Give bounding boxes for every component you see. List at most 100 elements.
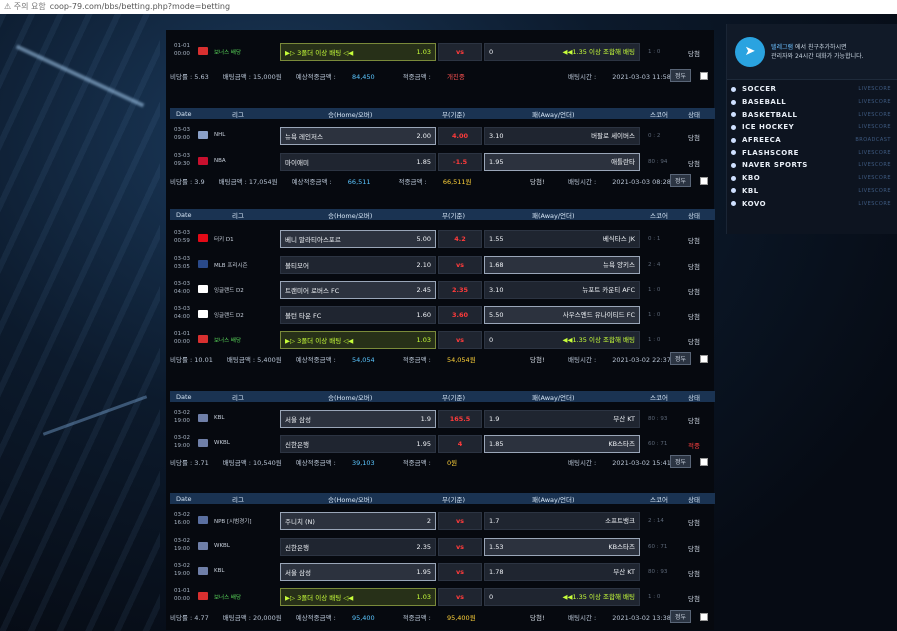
sidebar-link-soccer[interactable]: SOCCER LIVESCORE — [727, 83, 897, 96]
select-checkbox[interactable] — [700, 354, 708, 363]
hit-amount: 적중금액 : 개진중 — [402, 72, 465, 81]
detail-button[interactable]: 정두 — [670, 174, 692, 187]
away-pick[interactable]: 0 ◀◀1.35 이상 조합해 배팅 — [484, 588, 640, 606]
home-pick[interactable]: 주니치 (N) 2 — [280, 512, 436, 530]
home-pick[interactable]: 트랜미어 로버스 FC 2.45 — [280, 281, 436, 299]
detail-button[interactable]: 정두 — [670, 69, 692, 82]
league-flag-icon — [198, 414, 208, 422]
match-datetime: 03-02 19:00 — [174, 410, 190, 424]
header-score: 스코어 — [650, 211, 668, 220]
away-pick[interactable]: 0 ◀◀1.35 이상 조합해 배팅 — [484, 331, 640, 349]
sidebar-link-flashscore[interactable]: FLASHSCORE LIVESCORE — [727, 146, 897, 159]
telegram-banner[interactable]: ➤ 텔레그램 에서 친구추가하시면 관리자와 24시간 대화가 가능합니다. — [727, 24, 897, 80]
home-pick[interactable]: 신한은행 2.35 — [280, 538, 436, 556]
away-pick[interactable]: 1.95 애틀란타 — [484, 153, 640, 171]
detail-button[interactable]: 정두 — [670, 610, 692, 623]
detail-button[interactable]: 정두 — [670, 455, 692, 468]
sidebar-link-label: KBO — [742, 174, 761, 183]
away-pick[interactable]: 5.50 사우스엔드 유나이티드 FC — [484, 306, 640, 324]
sidebar-link-sub: LIVESCORE — [858, 124, 891, 131]
sidebar-link-ice-hockey[interactable]: ICE HOCKEY LIVESCORE — [727, 121, 897, 134]
away-pick[interactable]: 1.78 부산 KT — [484, 563, 640, 581]
away-pick[interactable]: 1.85 KB스타즈 — [484, 435, 640, 453]
home-team: ▶▷ 3폴더 이상 배팅 ◁◀ — [285, 594, 354, 602]
header-date: Date — [176, 109, 192, 118]
select-checkbox[interactable] — [700, 176, 708, 185]
bullet-icon — [731, 201, 736, 207]
draw-pick[interactable]: vs — [438, 43, 482, 61]
match-score: 1 : 0 — [648, 337, 661, 343]
bet-row: 03-02 19:00 KBL 서울 삼성 1.9 165.5 1.9 부산 KT… — [170, 407, 715, 431]
home-pick[interactable]: 볼턴 타운 FC 1.60 — [280, 306, 436, 324]
away-pick[interactable]: 0 ◀◀1.35 이상 조합해 배팅 — [484, 43, 640, 61]
sidebar-link-basketball[interactable]: BASKETBALL LIVESCORE — [727, 108, 897, 121]
header-draw: 무(기준) — [442, 110, 466, 119]
bullet-icon — [731, 150, 736, 156]
security-warning[interactable]: ⚠ 주의 요함 — [4, 0, 46, 14]
home-pick[interactable]: 뉴욕 레인저스 2.00 — [280, 127, 436, 145]
sidebar-link-kovo[interactable]: KOVO LIVESCORE — [727, 197, 897, 210]
bet-status: 당첨 — [688, 338, 700, 346]
slip-header: Date 리그 승(Home/오버) 무(기준) 패(Away/언더) 스코어 … — [170, 493, 715, 504]
league-flag-icon — [198, 47, 208, 55]
draw-pick[interactable]: 165.5 — [438, 410, 482, 428]
draw-pick[interactable]: -1.5 — [438, 153, 482, 171]
away-pick[interactable]: 1.7 소프트뱅크 — [484, 512, 640, 530]
bullet-icon — [731, 124, 736, 130]
draw-pick[interactable]: 4 — [438, 435, 482, 453]
home-pick[interactable]: ▶▷ 3폴더 이상 배팅 ◁◀ 1.03 — [280, 588, 436, 606]
home-team: ▶▷ 3폴더 이상 배팅 ◁◀ — [285, 337, 354, 345]
home-pick[interactable]: 마이애미 1.85 — [280, 153, 436, 171]
match-score: 1 : 0 — [648, 594, 661, 600]
draw-pick[interactable]: vs — [438, 512, 482, 530]
away-pick[interactable]: 3.10 뉴포트 카운티 AFC — [484, 281, 640, 299]
home-pick[interactable]: ▶▷ 3폴더 이상 배팅 ◁◀ 1.03 — [280, 331, 436, 349]
home-pick[interactable]: ▶▷ 3폴더 이상 배팅 ◁◀ 1.03 — [280, 43, 436, 61]
bet-status: 당첨 — [688, 263, 700, 271]
away-pick[interactable]: 1.9 부산 KT — [484, 410, 640, 428]
away-pick[interactable]: 1.55 베식타스 JK — [484, 230, 640, 248]
draw-pick[interactable]: vs — [438, 256, 482, 274]
draw-pick[interactable]: vs — [438, 538, 482, 556]
header-league: 리그 — [232, 211, 244, 220]
detail-button[interactable]: 정두 — [670, 352, 692, 365]
select-checkbox[interactable] — [700, 457, 708, 466]
draw-pick[interactable]: vs — [438, 563, 482, 581]
home-pick[interactable]: 베니 말라티아스포르 5.00 — [280, 230, 436, 248]
away-team: ◀◀1.35 이상 조합해 배팅 — [562, 335, 635, 344]
header-draw: 무(기준) — [442, 495, 466, 504]
hit-amount: 적중금액 : 66,511원 — [398, 177, 472, 186]
home-pick[interactable]: 서울 삼성 1.95 — [280, 563, 436, 581]
home-pick[interactable]: 볼티모어 2.10 — [280, 256, 436, 274]
draw-pick[interactable]: 2.35 — [438, 281, 482, 299]
match-score: 80 : 93 — [648, 416, 668, 422]
away-pick[interactable]: 3.10 버팔로 세이버스 — [484, 127, 640, 145]
sidebar-link-naver-sports[interactable]: NAVER SPORTS LIVESCORE — [727, 159, 897, 172]
address-bar[interactable]: ⚠ 주의 요함 coop-79.com/bbs/betting.php?mode… — [0, 0, 897, 14]
select-checkbox[interactable] — [700, 71, 708, 80]
draw-pick[interactable]: 3.60 — [438, 306, 482, 324]
bet-row: 03-03 03:05 MLB 프리시즌 볼티모어 2.10 vs 1.68 뉴욕… — [170, 253, 715, 277]
url-text[interactable]: coop-79.com/bbs/betting.php?mode=betting — [50, 0, 230, 14]
header-home: 승(Home/오버) — [328, 110, 373, 119]
draw-pick[interactable]: 4.00 — [438, 127, 482, 145]
sidebar-link-kbo[interactable]: KBO LIVESCORE — [727, 172, 897, 185]
away-odds: 1.53 — [489, 543, 504, 551]
sidebar-link-baseball[interactable]: BASEBALL LIVESCORE — [727, 96, 897, 109]
sidebar-link-afreeca[interactable]: AFREECA BROADCAST — [727, 134, 897, 147]
select-checkbox[interactable] — [700, 612, 708, 621]
league-name: KBL — [214, 568, 225, 574]
won-label: 당첨! — [530, 177, 545, 186]
bullet-icon — [731, 112, 736, 118]
away-pick[interactable]: 1.68 뉴욕 양키스 — [484, 256, 640, 274]
home-odds: 2.35 — [416, 543, 431, 551]
draw-pick[interactable]: vs — [438, 331, 482, 349]
away-pick[interactable]: 1.53 KB스타즈 — [484, 538, 640, 556]
sidebar-link-kbl[interactable]: KBL LIVESCORE — [727, 185, 897, 198]
draw-pick[interactable]: 4.2 — [438, 230, 482, 248]
slip-summary: 비당률 : 3.9 배팅금액 : 17,054원 예상적중금액 : 66,511… — [170, 172, 715, 189]
league-name: NBA — [214, 158, 226, 164]
home-pick[interactable]: 서울 삼성 1.9 — [280, 410, 436, 428]
draw-pick[interactable]: vs — [438, 588, 482, 606]
home-pick[interactable]: 신한은행 1.95 — [280, 435, 436, 453]
